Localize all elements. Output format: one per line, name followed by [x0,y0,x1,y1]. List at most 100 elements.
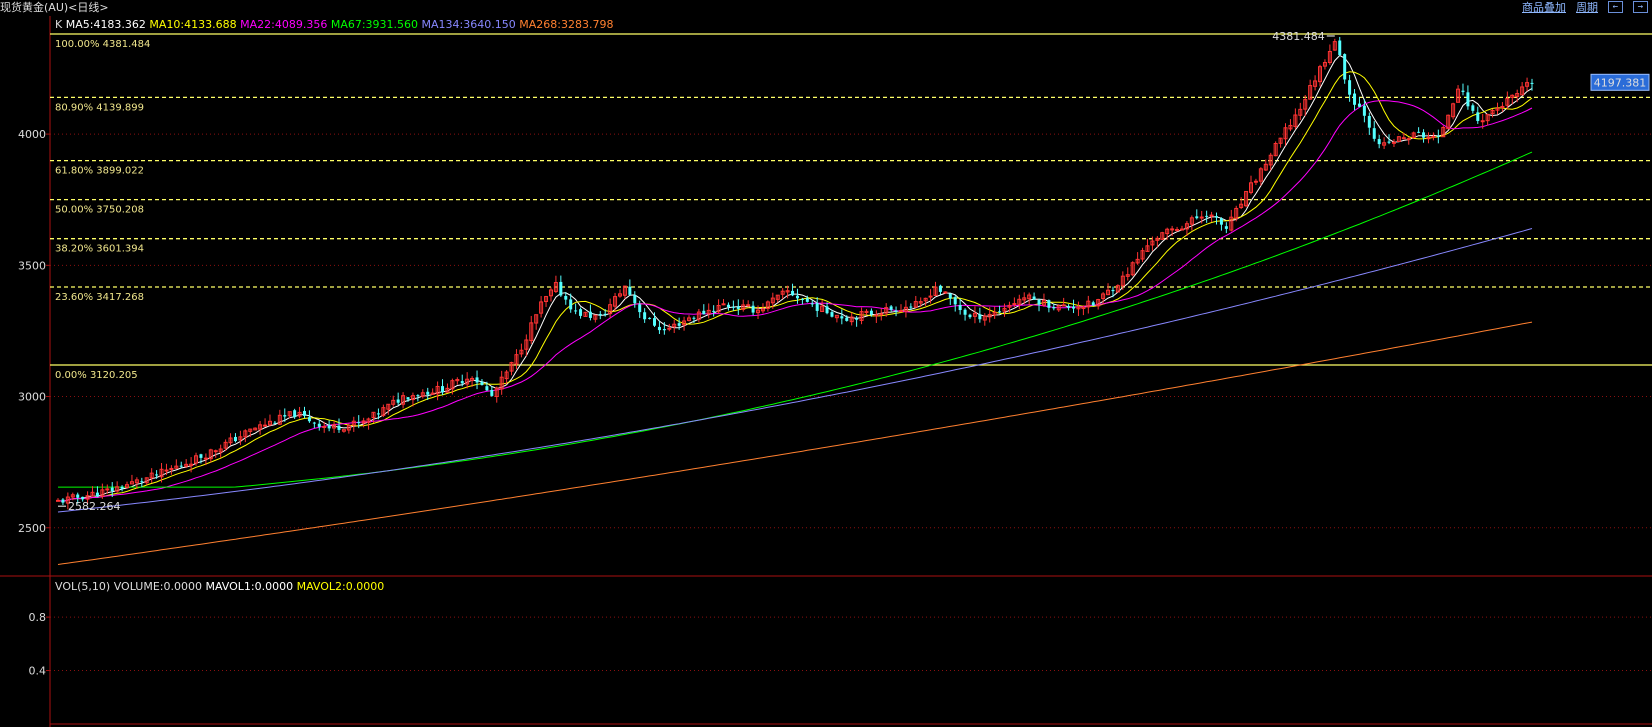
candle-body [1052,306,1056,309]
candle-body [579,309,583,316]
fib-level-label: 0.00% 3120.205 [55,370,138,381]
candle-body [830,312,834,317]
candle-body [1219,218,1223,225]
candle-body [948,293,952,299]
candle-body [648,317,652,319]
fib-level-label: 80.90% 4139.899 [55,102,144,113]
candle-body [751,305,755,313]
legend-item-ma22: MA22:4089.356 [240,18,331,31]
candle-body [1377,139,1381,145]
volume-legend-item: VOLUME:0.0000 [114,580,206,593]
candle-body [475,377,479,383]
candle-body [203,457,208,460]
volume-tick-label: 0.4 [29,665,47,678]
candle-body [1170,228,1175,231]
candle-body [667,327,672,330]
candle-body [1072,306,1076,309]
indicator-legend: K MA5:4183.362 MA10:4133.688 MA22:4089.3… [55,18,613,31]
volume-legend-item: VOL(5,10) [55,580,114,593]
price-tick-label: 2500 [18,522,46,535]
candle-body [1401,137,1406,140]
volume-legend-item: MAVOL1:0.0000 [205,580,296,593]
candle-body [1348,80,1352,95]
candle-body [1367,115,1371,128]
candle-body [805,298,809,302]
candle-body [179,465,183,467]
candle-body [898,310,903,313]
candle-body [485,386,489,391]
candle-body [1422,132,1426,138]
price-chart[interactable]: K MA5:4183.362 MA10:4133.688 MA22:4089.3… [0,0,1652,727]
high-value-label: 4381.484 [1272,30,1325,43]
candle-body [1387,141,1391,143]
ma-line-ma67 [58,151,1533,488]
candle-body [1338,40,1342,56]
candle-body [569,299,573,310]
candle-body [283,415,287,417]
candle-body [662,329,666,331]
candle-body [155,474,159,476]
candle-body [889,306,893,310]
candle-body [702,310,706,315]
candle-body [140,481,144,483]
legend-item-ma5: MA5:4183.362 [66,18,150,31]
candle-body [633,295,637,304]
candle-body [968,314,972,318]
candle-body [628,286,632,295]
candle-body [869,310,873,315]
candle-body [998,311,1002,313]
candle-body [120,486,124,489]
candle-body [643,312,647,320]
candle-body [564,295,568,300]
candle-body [199,454,203,458]
candle-body [76,494,80,498]
candle-body [1431,135,1436,138]
candle-body [307,417,311,422]
candle-body [263,424,268,427]
candle-body [81,496,85,500]
candle-body [1195,216,1199,219]
volume-legend-item: MAVOL2:0.0000 [297,580,385,593]
candle-body [825,306,829,314]
candle-body [1436,135,1440,137]
ma-line-ma5 [57,54,1533,503]
candle-body [800,299,804,301]
candle-body [746,304,751,307]
candle-body [1406,138,1411,141]
fib-level-label: 100.00% 4381.484 [55,39,150,50]
fib-level-label: 38.20% 3601.394 [55,244,144,255]
candle-body [396,399,400,403]
fib-level-label: 23.60% 3417.268 [55,292,144,303]
candle-body [327,425,331,429]
candle-body [855,318,859,320]
candle-body [692,317,696,319]
candle-body [317,423,321,427]
candle-body [653,318,657,326]
candle-body [105,488,110,491]
candle-body [273,422,277,424]
candle-body [1012,303,1017,306]
candle-body [1091,302,1095,306]
candle-body [712,310,716,312]
candle-body [1205,215,1209,217]
candle-body [357,422,361,424]
candle-body [909,306,913,308]
candle-body [598,314,602,316]
candle-body [233,436,237,442]
candle-body [879,313,884,316]
candle-body [815,303,819,311]
candle-body [894,310,898,312]
legend-item-ma268: MA268:3283.798 [519,18,613,31]
candle-body [731,306,735,308]
candle-body [1253,180,1258,183]
candle-body [1362,105,1366,116]
candle-body [791,290,795,296]
candle-body [337,425,341,430]
candle-body [1037,299,1041,305]
candle-body [1530,82,1534,84]
volume-legend: VOL(5,10) VOLUME:0.0000 MAVOL1:0.0000 MA… [55,580,384,593]
candle-body [588,311,592,318]
candle-body [938,285,942,292]
candle-body [1214,216,1218,218]
candle-body [928,295,933,298]
